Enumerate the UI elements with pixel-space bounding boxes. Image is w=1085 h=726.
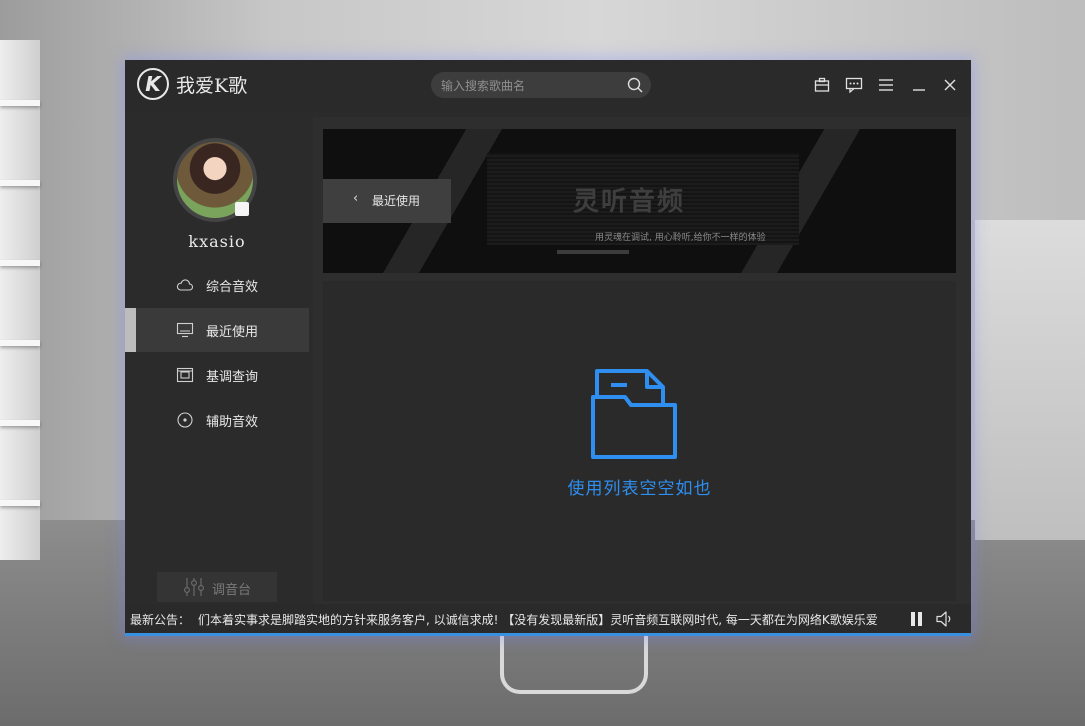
sidebar-item-label: 最近使用 bbox=[206, 325, 259, 340]
app-logo: K bbox=[137, 68, 169, 100]
sidebar-item-label: 辅助音效 bbox=[206, 415, 259, 430]
skin-icon[interactable] bbox=[813, 76, 831, 94]
frame-icon bbox=[176, 367, 194, 383]
close-icon[interactable] bbox=[941, 76, 959, 94]
recent-list: 使用列表空空如也 bbox=[323, 281, 956, 601]
mixer-button[interactable]: 调音台 bbox=[157, 572, 277, 602]
cloud-icon bbox=[176, 279, 193, 291]
pause-icon[interactable] bbox=[911, 612, 923, 626]
background-shelf bbox=[0, 40, 40, 560]
chevron-left-icon: ‹ bbox=[353, 191, 359, 206]
app-title: 我爱K歌 bbox=[176, 75, 248, 97]
banner-progress bbox=[557, 250, 629, 254]
minimize-icon[interactable] bbox=[910, 76, 928, 94]
sidebar-item-recent[interactable]: 最近使用 bbox=[125, 308, 309, 352]
status-bar: 最新公告： 们本着实事求是脚踏实地的方针来服务客户, 以诚信求成! 【没有发现最… bbox=[125, 604, 971, 633]
menu-icon[interactable] bbox=[877, 76, 895, 94]
sidebar-item-general-effects[interactable]: 综合音效 bbox=[125, 263, 309, 307]
titlebar: K 我爱K歌 bbox=[125, 60, 971, 111]
empty-folder-icon bbox=[591, 369, 677, 459]
announcement-text: 们本着实事求是脚踏实地的方针来服务客户, 以诚信求成! 【没有发现最新版】灵听音… bbox=[198, 613, 878, 627]
sliders-icon bbox=[183, 578, 205, 596]
banner-title: 灵听音频 bbox=[573, 187, 686, 217]
message-icon[interactable] bbox=[845, 76, 863, 94]
sidebar: kxasio 综合音效 最近使用 基调查询 辅助音效 调音台 bbox=[125, 117, 309, 604]
search-icon[interactable] bbox=[627, 77, 643, 93]
sidebar-item-aux-effects[interactable]: 辅助音效 bbox=[125, 398, 309, 442]
background-monitor-stand bbox=[500, 630, 648, 694]
banner: 灵听音频 用灵魂在调试, 用心聆听,给你不一样的体验 ‹ 最近使用 bbox=[323, 129, 956, 273]
sidebar-item-label: 基调查询 bbox=[206, 370, 259, 385]
disc-icon bbox=[177, 412, 193, 428]
main-content: 灵听音频 用灵魂在调试, 用心聆听,给你不一样的体验 ‹ 最近使用 使用列表空空… bbox=[313, 117, 971, 604]
mixer-label: 调音台 bbox=[212, 583, 252, 598]
empty-state-text: 使用列表空空如也 bbox=[567, 479, 712, 499]
back-label: 最近使用 bbox=[372, 194, 421, 208]
app-window: K 我爱K歌 kxasio bbox=[125, 60, 971, 636]
status-accent-line bbox=[125, 633, 971, 636]
sidebar-item-label: 综合音效 bbox=[206, 280, 259, 295]
search-input[interactable] bbox=[439, 76, 623, 96]
banner-subtitle: 用灵魂在调试, 用心聆听,给你不一样的体验 bbox=[595, 233, 766, 243]
shirt-icon bbox=[235, 202, 249, 216]
back-button[interactable]: ‹ 最近使用 bbox=[323, 179, 451, 223]
background-wall bbox=[975, 220, 1085, 540]
monitor-icon bbox=[176, 322, 194, 338]
volume-icon[interactable] bbox=[935, 610, 953, 628]
announcement-label: 最新公告： bbox=[130, 613, 191, 627]
username: kxasio bbox=[188, 232, 246, 251]
sidebar-item-key-query[interactable]: 基调查询 bbox=[125, 353, 309, 397]
search-box[interactable] bbox=[431, 72, 651, 98]
